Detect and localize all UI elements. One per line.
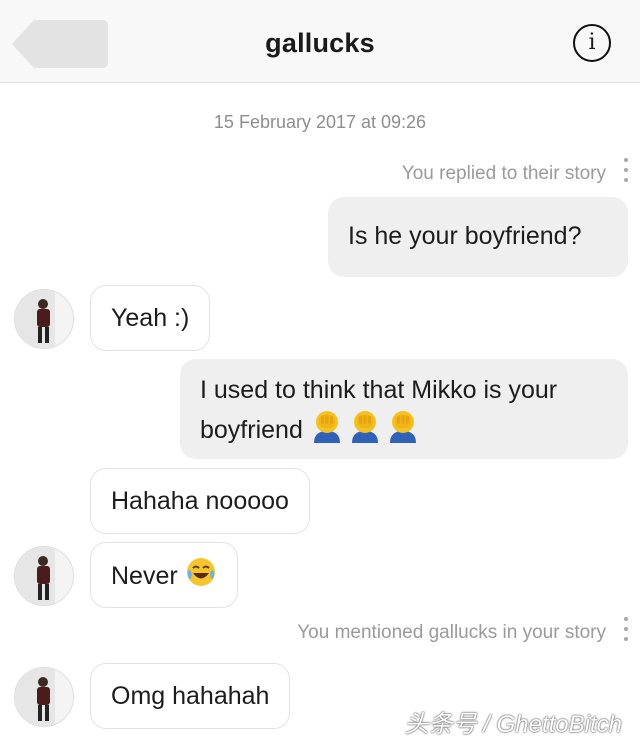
- avatar[interactable]: [14, 667, 74, 727]
- avatar[interactable]: [14, 289, 74, 349]
- avatar[interactable]: [14, 546, 74, 606]
- message-text: Yeah :): [111, 304, 190, 332]
- message-text: Hahaha nooooo: [111, 487, 289, 515]
- outgoing-message[interactable]: Is he your boyfriend?: [328, 197, 628, 277]
- incoming-message[interactable]: Yeah :): [90, 285, 211, 351]
- chat-title[interactable]: gallucks: [0, 28, 640, 59]
- message-text: Is he your boyfriend?: [348, 222, 582, 250]
- message-text: Never: [111, 562, 178, 591]
- watermark: 头条号 / GhettoBitch: [404, 711, 622, 738]
- chat-header: gallucks i: [0, 0, 640, 83]
- incoming-message[interactable]: Never: [90, 542, 238, 608]
- person-photo-icon: [15, 668, 73, 726]
- outgoing-message[interactable]: I used to think that Mikko is your boyfr…: [180, 359, 628, 459]
- tears-of-joy-emoji-icon: [185, 556, 217, 599]
- message-text-line1: I used to think that Mikko is your: [200, 376, 558, 404]
- story-reply-note: You replied to their story: [401, 163, 606, 184]
- person-photo-icon: [15, 290, 73, 348]
- conversation-timestamp: 15 February 2017 at 09:26: [213, 112, 427, 132]
- incoming-message[interactable]: Hahaha nooooo: [90, 468, 310, 534]
- message-text: Omg hahahah: [111, 682, 270, 710]
- face-palm-emoji-icon: [310, 409, 422, 454]
- story-mention-note: You mentioned gallucks in your story: [297, 622, 606, 643]
- more-options-icon[interactable]: [623, 617, 629, 647]
- person-photo-icon: [15, 547, 73, 605]
- more-options-icon[interactable]: [623, 158, 629, 188]
- info-icon[interactable]: i: [573, 24, 611, 62]
- message-text-line2: boyfriend: [200, 416, 303, 445]
- incoming-message[interactable]: Omg hahahah: [90, 663, 291, 729]
